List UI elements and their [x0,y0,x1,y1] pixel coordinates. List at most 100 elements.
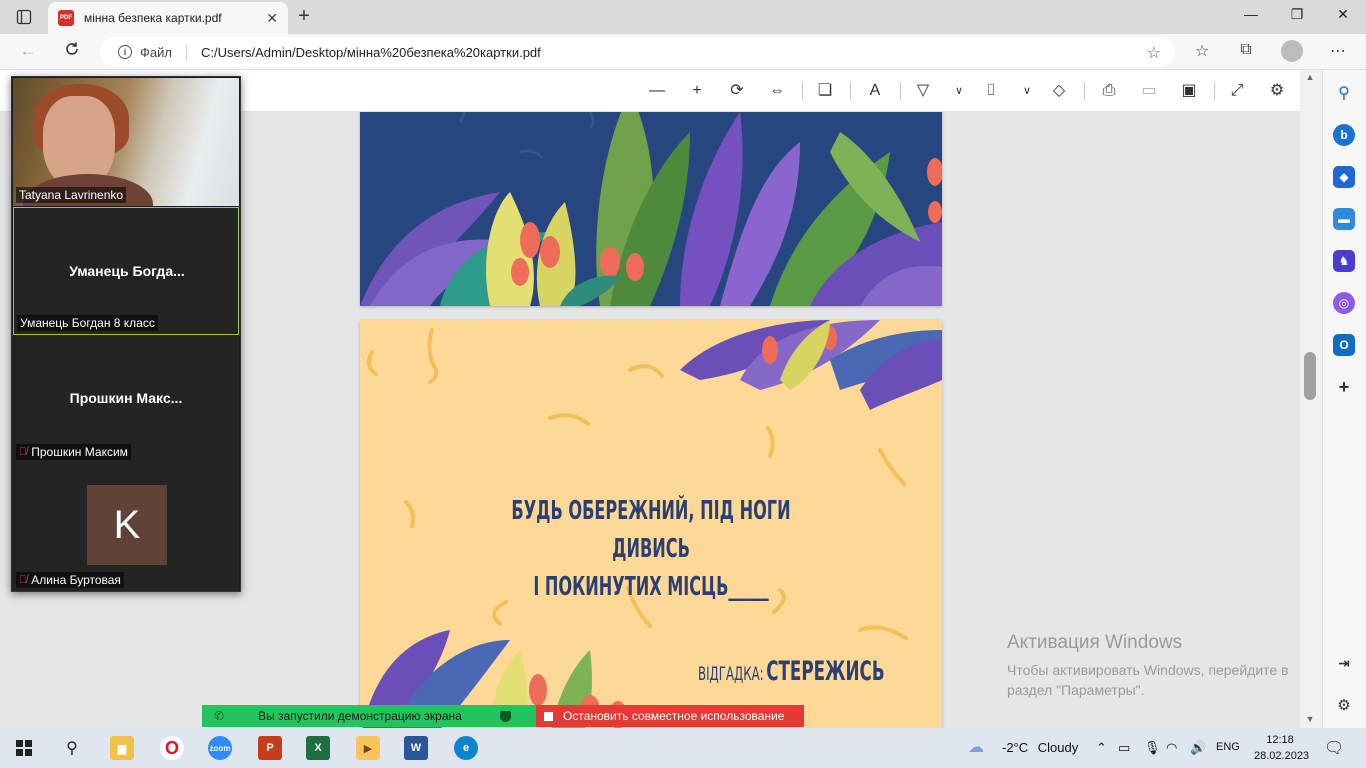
refresh-button[interactable] [60,41,84,63]
tab-pdf[interactable]: PDF мінна безпека картки.pdf ✕ [48,2,288,34]
add-sidebar-app-icon[interactable]: + [1333,376,1355,398]
tab-title: мінна безпека картки.pdf [84,11,222,25]
fit-width-icon[interactable]: ⇔ [766,80,788,102]
minimize-button[interactable]: — [1236,6,1266,28]
zoom-participants-panel[interactable]: Tatyana Lavrinenko Уманець Богда... Уман… [11,76,241,592]
highlight-options-chevron-icon[interactable]: ∨ [1016,80,1038,102]
powerpoint-icon[interactable]: P [258,736,282,760]
edge-sidebar: ⚲ b ◆ ▬ ♞ ◎ O + ⇥ ⚙ [1322,70,1366,728]
language-indicator[interactable]: ENG [1216,741,1240,753]
info-icon[interactable]: i [118,45,132,59]
activation-line-1: Чтобы активировать Windows, перейдите в [1007,662,1289,678]
word-icon[interactable]: W [404,736,428,760]
card-riddle-line-2: І ПОКИНУТИХ МІСЦЬ_____ [533,572,769,602]
network-wifi-icon[interactable]: ◠ [1166,740,1177,756]
phone-icon: ✆ [214,709,225,723]
zoom-app-icon[interactable]: zoom [208,736,232,760]
edge-icon[interactable]: e [454,736,478,760]
save-as-icon[interactable]: ▣ [1178,80,1200,102]
windows-logo-icon [16,740,32,756]
add-favorite-icon[interactable]: ☆ [1147,43,1161,63]
answer-label: ВІДГАДКА: [698,663,764,685]
participant-tile[interactable]: Прошкин Макс... 🎙̸ Прошкин Максим [13,335,239,463]
highlight-icon[interactable]: ⌷ [980,80,1002,102]
close-window-button[interactable]: ✕ [1328,6,1358,28]
profile-avatar[interactable] [1281,40,1303,62]
stop-share-button[interactable]: Остановить совместное использование [536,705,804,727]
page-view-icon[interactable]: ❏ [814,80,836,102]
system-clock[interactable]: 12:18 28.02.2023 [1254,732,1309,764]
participant-tile-active-speaker[interactable]: Уманець Богда... Уманець Богдан 8 класс [13,207,239,335]
excel-icon[interactable]: X [306,736,330,760]
vertical-scrollbar[interactable]: ▲ ▼ [1300,70,1322,728]
participant-avatar: K [87,485,167,565]
read-aloud-icon[interactable]: A [864,80,886,102]
participant-tile[interactable]: K 🎙̸ Алина Буртовая [13,463,239,591]
address-input[interactable]: i Файл C:/Users/Admin/Desktop/мінна%20бе… [100,37,1175,67]
participant-tile[interactable]: Tatyana Lavrinenko [13,78,239,206]
floral-illustration [360,112,942,306]
microphone-icon[interactable]: 🎙 [1144,740,1161,756]
more-menu-icon[interactable]: ⋯ [1326,41,1350,63]
office-icon[interactable]: ◎ [1333,292,1355,314]
tools-briefcase-icon[interactable]: ▬ [1333,208,1355,230]
bing-icon[interactable]: b [1333,124,1355,146]
participant-display-name: Прошкин Макс... [69,390,183,406]
tab-actions-button[interactable] [8,6,40,28]
zoom-out-icon[interactable]: — [646,80,668,102]
draw-icon[interactable]: ▽ [912,80,934,102]
stop-share-label: Остановить совместное использование [563,709,785,723]
battery-icon[interactable]: ▭ [1118,740,1130,756]
sidebar-settings-gear-icon[interactable]: ⚙ [1333,694,1355,716]
scroll-down-arrow-icon[interactable]: ▼ [1304,714,1316,724]
share-status-text: Вы запустили демонстрацию экрана [258,709,462,723]
save-icon[interactable]: ▭ [1138,80,1160,102]
file-explorer-icon[interactable]: ▆ [110,736,134,760]
stop-square-icon [544,711,553,721]
print-icon[interactable]: ⎙ [1098,80,1120,102]
shield-icon [499,710,511,722]
card-riddle-line-1: БУДЬ ОБЕРЕЖНИЙ, ПІД НОГИ ДИВИСЬ [511,496,791,564]
participant-name-tag: Уманець Богдан 8 класс [17,315,158,331]
volume-icon[interactable]: 🔊 [1190,740,1206,756]
notifications-icon[interactable]: 🗨 [1324,738,1344,758]
show-hidden-icons-chevron-icon[interactable]: ⌃ [1096,740,1107,756]
taskbar-search-icon[interactable]: ⚲ [60,736,84,760]
new-tab-button[interactable]: + [292,6,316,28]
pdf-page-1 [360,112,942,306]
draw-options-chevron-icon[interactable]: ∨ [948,80,970,102]
fullscreen-icon[interactable]: ⤢ [1226,80,1248,102]
media-player-icon[interactable]: ▶ [356,736,380,760]
participant-name: Уманець Богдан 8 класс [20,316,155,330]
shopping-tag-icon[interactable]: ◆ [1333,166,1355,188]
zoom-in-icon[interactable]: + [686,80,708,102]
address-bar-row: ← i Файл C:/Users/Admin/Desktop/мінна%20… [0,34,1366,70]
participant-name: Алина Буртовая [31,573,121,587]
back-button[interactable]: ← [16,41,40,63]
activation-line-2: раздел "Параметры". [1007,682,1145,698]
outlook-icon[interactable]: O [1333,334,1355,356]
games-icon[interactable]: ♞ [1333,250,1355,272]
collections-icon[interactable]: ⧉ [1234,41,1258,63]
participant-name-tag: 🎙̸ Прошкин Максим [16,444,131,460]
screen-share-status[interactable]: ✆ Вы запустили демонстрацию экрана [202,705,536,727]
restore-button[interactable]: ❐ [1282,6,1312,28]
eraser-icon[interactable]: ◇ [1048,80,1070,102]
hide-sidebar-icon[interactable]: ⇥ [1333,652,1355,674]
taskbar: ⚲ ▆ O zoom P X ▶ W e ☁ -2°C Cloudy ⌃ ▭ 🎙… [0,728,1366,768]
scroll-up-arrow-icon[interactable]: ▲ [1304,72,1316,82]
opera-icon[interactable]: O [160,736,184,760]
tab-actions-icon [16,9,32,25]
weather-widget[interactable]: -2°C Cloudy [1002,740,1078,755]
close-tab-icon[interactable]: ✕ [266,10,278,27]
favorites-icon[interactable]: ☆ [1190,41,1214,63]
scrollbar-thumb[interactable] [1304,352,1316,400]
settings-gear-icon[interactable]: ⚙ [1266,80,1288,102]
clock-time: 12:18 [1266,734,1294,746]
rotate-icon[interactable]: ⟳ [726,80,748,102]
card-answer: ВІДГАДКА: СТЕРЕЖИСЬ [698,656,885,687]
address-url: C:/Users/Admin/Desktop/мінна%20безпека%2… [200,44,541,60]
participant-name: Tatyana Lavrinenko [19,188,124,202]
search-icon[interactable]: ⚲ [1333,82,1355,104]
windows-start-icon[interactable] [12,736,36,760]
